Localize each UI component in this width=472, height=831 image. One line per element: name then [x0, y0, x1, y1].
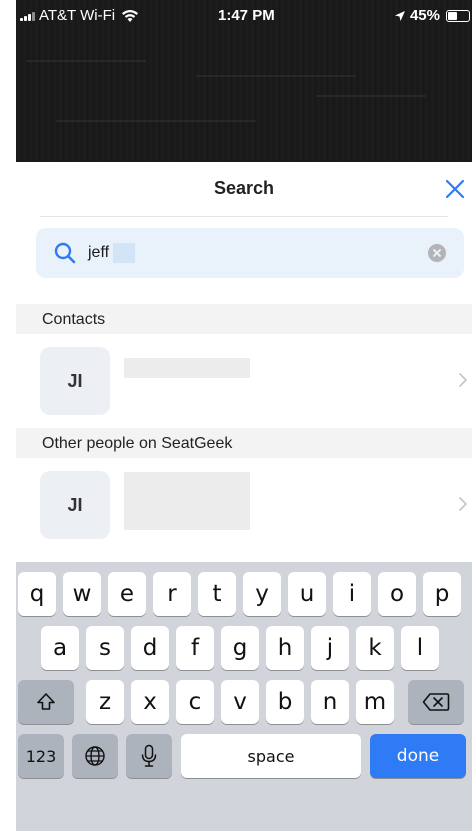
key-x[interactable]: x — [131, 680, 169, 724]
key-p[interactable]: p — [423, 572, 461, 616]
keyboard: q w e r t y u i o p a s d f g h j k l z … — [16, 562, 472, 831]
key-c[interactable]: c — [176, 680, 214, 724]
key-t[interactable]: t — [198, 572, 236, 616]
key-w[interactable]: w — [63, 572, 101, 616]
key-n[interactable]: n — [311, 680, 349, 724]
battery-icon — [446, 9, 470, 22]
search-query-text: jeff — [88, 244, 110, 261]
key-z[interactable]: z — [86, 680, 124, 724]
status-left: AT&T Wi-Fi — [20, 7, 139, 24]
space-key[interactable]: space — [181, 734, 361, 778]
done-key[interactable]: done — [370, 734, 466, 778]
section-header-contacts: Contacts — [16, 304, 472, 334]
header-divider — [40, 216, 448, 217]
chevron-right-icon — [459, 373, 467, 387]
shift-icon — [37, 693, 55, 710]
microphone-icon — [141, 744, 157, 767]
shift-key[interactable] — [18, 680, 74, 724]
battery-percent: 45% — [409, 7, 440, 24]
key-g[interactable]: g — [221, 626, 259, 670]
globe-key[interactable] — [72, 734, 118, 778]
chevron-right-icon — [459, 497, 467, 511]
key-h[interactable]: h — [266, 626, 304, 670]
wifi-icon — [122, 9, 139, 22]
location-arrow-icon — [394, 10, 405, 21]
key-j[interactable]: j — [311, 626, 349, 670]
redacted-text — [113, 243, 136, 263]
status-time: 1:47 PM — [218, 7, 275, 24]
status-bar: AT&T Wi-Fi 1:47 PM 45% — [16, 0, 472, 28]
search-icon — [54, 242, 76, 264]
redacted-name — [124, 472, 250, 530]
key-r[interactable]: r — [153, 572, 191, 616]
key-k[interactable]: k — [356, 626, 394, 670]
backspace-key[interactable] — [408, 680, 464, 724]
person-result-row[interactable]: JI — [16, 458, 472, 552]
sheet-header: Search — [16, 162, 472, 216]
screen-content: AT&T Wi-Fi 1:47 PM 45% Search jeff Conta… — [16, 0, 472, 831]
key-s[interactable]: s — [86, 626, 124, 670]
search-input[interactable]: jeff — [36, 228, 464, 278]
sheet-title: Search — [213, 178, 275, 198]
section-label-other: Other people on SeatGeek — [42, 435, 233, 452]
globe-icon — [85, 746, 105, 766]
section-header-other: Other people on SeatGeek — [16, 428, 472, 458]
key-a[interactable]: a — [41, 626, 79, 670]
close-icon[interactable] — [442, 176, 468, 202]
carrier-label: AT&T Wi-Fi — [39, 7, 116, 24]
key-d[interactable]: d — [131, 626, 169, 670]
dictation-key[interactable] — [126, 734, 172, 778]
signal-icon — [20, 11, 35, 21]
contact-result-row[interactable]: JI — [16, 334, 472, 428]
key-e[interactable]: e — [108, 572, 146, 616]
key-m[interactable]: m — [356, 680, 394, 724]
status-right: 45% — [394, 7, 470, 24]
key-l[interactable]: l — [401, 626, 439, 670]
battery-level — [448, 11, 457, 20]
avatar: JI — [40, 347, 110, 415]
clear-icon[interactable] — [428, 244, 446, 262]
redacted-name — [124, 358, 250, 378]
search-sheet: Search jeff Contacts JI Other people on … — [16, 162, 472, 562]
backspace-icon — [422, 693, 450, 711]
numbers-key[interactable]: 123 — [18, 734, 64, 778]
search-query: jeff — [88, 243, 136, 263]
avatar: JI — [40, 471, 110, 539]
key-u[interactable]: u — [288, 572, 326, 616]
key-q[interactable]: q — [18, 572, 56, 616]
section-label-contacts: Contacts — [42, 311, 106, 328]
key-i[interactable]: i — [333, 572, 371, 616]
key-b[interactable]: b — [266, 680, 304, 724]
key-y[interactable]: y — [243, 572, 281, 616]
key-f[interactable]: f — [176, 626, 214, 670]
phone-screen: AT&T Wi-Fi 1:47 PM 45% Search jeff Conta… — [0, 0, 472, 831]
key-v[interactable]: v — [221, 680, 259, 724]
key-o[interactable]: o — [378, 572, 416, 616]
